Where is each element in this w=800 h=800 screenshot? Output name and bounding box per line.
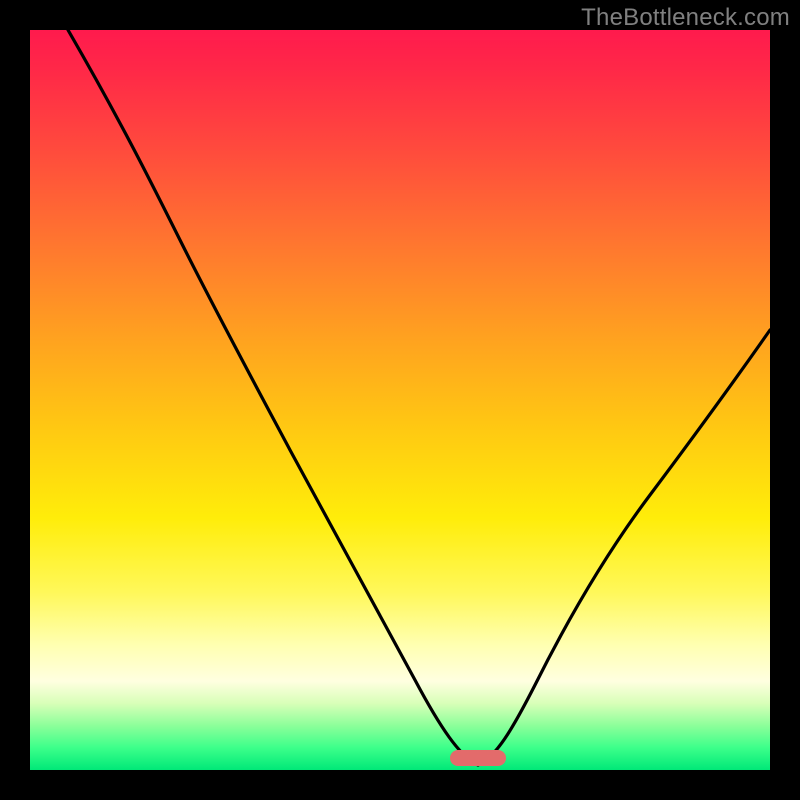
sweet-spot-marker (450, 750, 506, 766)
chart-frame: TheBottleneck.com (0, 0, 800, 800)
bottleneck-curve (30, 30, 770, 770)
chart-plot-area (30, 30, 770, 770)
watermark-text: TheBottleneck.com (581, 4, 790, 32)
